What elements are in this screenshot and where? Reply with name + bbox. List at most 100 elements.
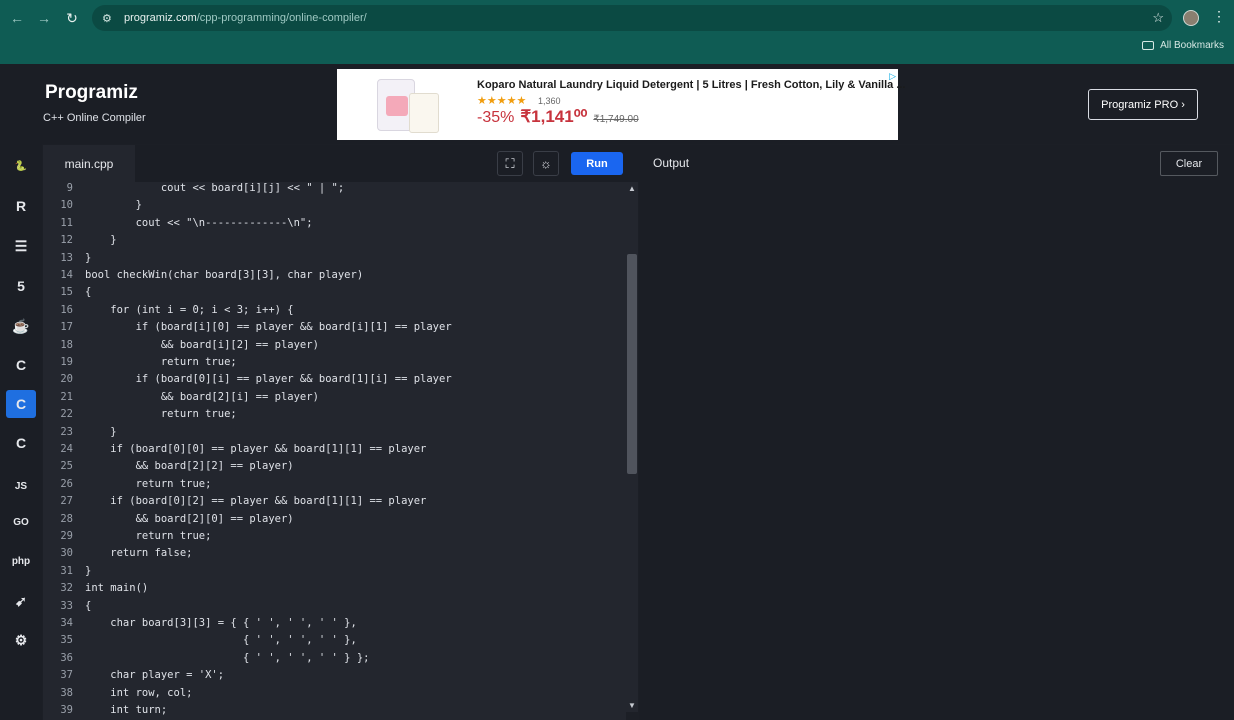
code-text: char player = 'X'; — [85, 669, 225, 682]
line-number: 13 — [60, 251, 73, 264]
language-rust-icon[interactable]: ⚙ — [6, 626, 36, 654]
ad-price: ₹1,141⁰⁰ — [520, 107, 588, 126]
line-number: 25 — [60, 460, 73, 473]
line-number: 15 — [60, 286, 73, 299]
line-number: 18 — [60, 338, 73, 351]
detergent-pouch-image — [409, 93, 439, 133]
clear-button[interactable]: Clear — [1160, 151, 1218, 176]
language-php-icon[interactable]: php — [6, 547, 36, 575]
output-console[interactable] — [639, 182, 1234, 720]
scrollbar-thumb[interactable] — [627, 254, 637, 474]
code-line: 36 { ' ', ' ', ' ' } }; — [43, 650, 626, 667]
code-text: && board[2][0] == player) — [85, 512, 294, 525]
programiz-pro-button[interactable]: Programiz PRO › — [1088, 89, 1198, 120]
code-text: return true; — [85, 356, 237, 368]
code-line: 27 if (board[0][2] == player && board[1]… — [43, 493, 626, 510]
code-line: 31} — [43, 563, 626, 580]
back-icon[interactable]: ← — [6, 7, 28, 29]
line-number: 9 — [66, 182, 73, 194]
forward-icon[interactable]: → — [33, 7, 55, 29]
site-info-icon[interactable]: ⚙ — [102, 12, 116, 25]
code-text: } — [85, 564, 92, 577]
code-line: 10 } — [43, 197, 626, 214]
programiz-logo[interactable]: Programiz — [45, 82, 138, 104]
code-text: { — [85, 286, 92, 299]
code-line: 17 if (board[i][0] == player && board[i]… — [43, 319, 626, 336]
code-line: 20 if (board[0][i] == player && board[1]… — [43, 371, 626, 388]
language-swift-icon[interactable]: ➹ — [6, 587, 36, 615]
code-text: } — [85, 199, 142, 212]
code-text: if (board[i][0] == player && board[i][1]… — [85, 321, 452, 334]
scroll-up-icon[interactable]: ▲ — [628, 184, 636, 193]
code-text: return false; — [85, 547, 193, 560]
bookmark-star-icon[interactable]: ☆ — [1152, 10, 1164, 26]
line-number: 29 — [60, 530, 73, 542]
output-title: Output — [653, 156, 690, 170]
folder-icon — [1142, 41, 1155, 50]
code-text: if (board[0][i] == player && board[1][i]… — [85, 373, 452, 386]
profile-avatar[interactable] — [1183, 10, 1199, 26]
ad-banner[interactable]: Koparo Natural Laundry Liquid Detergent … — [337, 69, 906, 140]
language-html-icon[interactable]: 5 — [6, 272, 36, 300]
code-line: 24 if (board[0][0] == player && board[1]… — [43, 441, 626, 458]
code-text: cout << board[i][j] << " | "; — [85, 182, 345, 194]
file-tab-main[interactable]: main.cpp — [43, 145, 135, 182]
code-text: int main() — [85, 582, 149, 595]
line-number: 24 — [60, 443, 73, 455]
line-number: 35 — [60, 634, 73, 647]
browser-chrome: ← → ↻ ⚙ programiz.com/cpp-programming/on… — [0, 0, 1234, 64]
line-number: 32 — [60, 582, 73, 595]
code-text: int row, col; — [85, 686, 193, 699]
page-subtitle: C++ Online Compiler — [43, 112, 146, 124]
code-line: 9 cout << board[i][j] << " | "; — [43, 182, 626, 197]
code-line: 12 } — [43, 232, 626, 249]
language-js-icon[interactable]: JS — [6, 472, 36, 500]
code-line: 11 cout << "\n-------------\n"; — [43, 215, 626, 232]
language-c-icon[interactable]: C — [6, 351, 36, 379]
code-line: 38 int row, col; — [43, 685, 626, 702]
language-sql-icon[interactable]: ☰ — [6, 232, 36, 260]
line-number: 11 — [60, 216, 73, 229]
fullscreen-icon[interactable]: ⛶ — [497, 151, 523, 176]
reload-icon[interactable]: ↻ — [61, 7, 83, 29]
line-number: 20 — [60, 373, 73, 386]
language-java-icon[interactable]: ☕ — [6, 312, 36, 340]
ad-rating-stars: ★★★★★ — [477, 95, 527, 107]
ad-discount: -35% — [477, 109, 515, 126]
line-number: 26 — [60, 477, 73, 490]
run-button[interactable]: Run — [571, 152, 623, 175]
code-text: } — [85, 425, 117, 438]
line-number: 14 — [60, 269, 73, 281]
line-number: 30 — [60, 547, 73, 560]
line-number: 28 — [60, 512, 73, 525]
scroll-down-icon[interactable]: ▼ — [628, 701, 636, 710]
language-go-icon[interactable]: GO — [6, 508, 36, 536]
ad-original-price: ₹1,749.00 — [593, 114, 639, 125]
browser-menu-icon[interactable]: ⋮ — [1212, 8, 1226, 25]
code-line: 16 for (int i = 0; i < 3; i++) { — [43, 302, 626, 319]
ad-review-count: 1,360 — [538, 96, 561, 106]
code-line: 25 && board[2][2] == player) — [43, 458, 626, 475]
editor-scrollbar[interactable]: ▲ ▼ — [626, 182, 638, 712]
theme-toggle-icon[interactable]: ☼ — [533, 151, 559, 176]
browser-toolbar: ← → ↻ ⚙ programiz.com/cpp-programming/on… — [0, 0, 1234, 36]
language-r-icon[interactable]: R — [6, 192, 36, 220]
address-bar[interactable]: ⚙ programiz.com/cpp-programming/online-c… — [92, 5, 1172, 31]
output-header: Output Clear — [639, 145, 1234, 182]
language-csharp-icon[interactable]: C — [6, 429, 36, 457]
line-number: 17 — [60, 321, 73, 334]
language-cpp-icon[interactable]: C — [6, 390, 36, 418]
url-text: programiz.com/cpp-programming/online-com… — [124, 12, 367, 24]
ad-title: Koparo Natural Laundry Liquid Detergent … — [477, 79, 906, 91]
all-bookmarks[interactable]: All Bookmarks — [1142, 40, 1224, 51]
code-editor[interactable]: 9 cout << board[i][j] << " | "; 10 } 11 co… — [43, 182, 626, 720]
code-line: 13} — [43, 250, 626, 267]
code-text: && board[2][2] == player) — [85, 460, 294, 473]
code-line: 34 char board[3][3] = { { ' ', ' ', ' ' … — [43, 615, 626, 632]
language-python-icon[interactable]: 🐍 — [6, 152, 36, 180]
adchoices-icon[interactable]: ▷ — [889, 71, 896, 82]
line-number: 12 — [60, 234, 73, 247]
ad-price-row: -35% ₹1,141⁰⁰ ₹1,749.00 — [477, 107, 639, 127]
line-number: 19 — [60, 356, 73, 368]
code-line: 32 int main() — [43, 580, 626, 597]
